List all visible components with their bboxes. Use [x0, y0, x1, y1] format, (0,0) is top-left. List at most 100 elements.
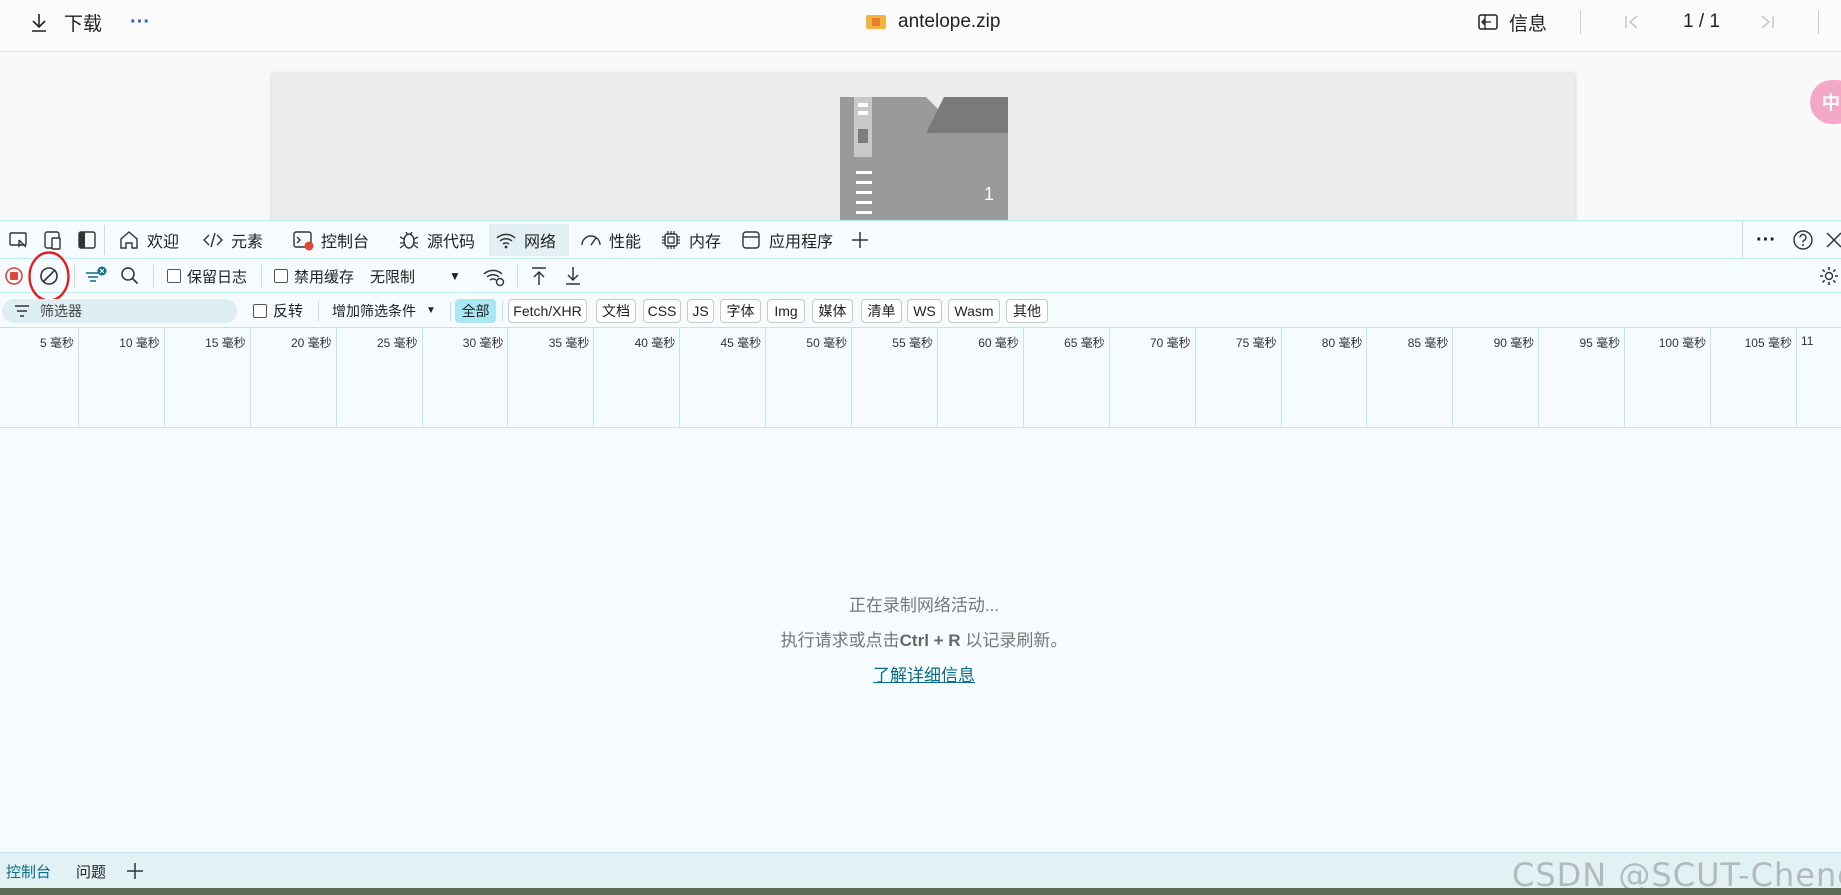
info-panel-icon	[1478, 14, 1498, 30]
taskbar-edge	[0, 888, 1841, 895]
filter-type-css[interactable]: CSS	[643, 299, 681, 323]
wifi-settings-icon	[483, 269, 505, 287]
tab-console[interactable]: 控制台	[286, 224, 375, 256]
download-icon	[32, 14, 46, 32]
timeline-tick-label: 10 毫秒	[119, 336, 160, 350]
filter-type-doc[interactable]: 文档	[596, 299, 636, 323]
drawer-tab-issues[interactable]: 问题	[76, 853, 106, 889]
throttling-select[interactable]: 无限制 ▼	[370, 259, 461, 293]
filter-input[interactable]: 筛选器	[2, 299, 237, 323]
filter-type-media[interactable]: 媒体	[812, 299, 853, 323]
network-overview-timeline[interactable]: 5 毫秒 10 毫秒 15 毫秒 20 毫秒 25 毫秒 30 毫秒 35 毫秒 40 毫秒 4…	[0, 328, 1841, 428]
add-tab-button[interactable]	[844, 224, 876, 256]
timeline-tick: 55 毫秒	[852, 328, 938, 428]
code-tag-icon	[203, 232, 223, 248]
timeline-tick-label: 35 毫秒	[548, 336, 590, 350]
filter-type-js[interactable]: JS	[687, 299, 714, 323]
tab-sources[interactable]: 源代码	[392, 224, 481, 256]
dock-side-button[interactable]	[70, 224, 104, 256]
divider	[1580, 10, 1581, 34]
network-settings-button[interactable]	[1818, 259, 1840, 293]
more-options-button[interactable]: ···	[130, 0, 150, 44]
timeline-tick-label: 105 毫秒	[1744, 336, 1792, 350]
import-har-button[interactable]	[529, 259, 549, 293]
divider	[450, 301, 451, 321]
first-page-button[interactable]	[1622, 0, 1642, 44]
more-tools-button[interactable]: ···	[1750, 224, 1782, 256]
tab-performance[interactable]: 性能	[574, 224, 647, 256]
filter-icon	[86, 266, 107, 282]
timeline-tick-label: 90 毫秒	[1493, 336, 1535, 350]
timeline-tick-label: 11	[1801, 334, 1814, 348]
export-har-button[interactable]	[563, 259, 583, 293]
help-button[interactable]	[1786, 224, 1820, 256]
timeline-tick: 105 毫秒	[1711, 328, 1797, 428]
timeline-tick: 40 毫秒	[594, 328, 681, 428]
learn-more-label: 了解详细信息	[873, 666, 975, 685]
add-filter-condition-dropdown[interactable]: 增加筛选条件 ▼	[332, 293, 436, 328]
first-page-icon	[1625, 15, 1638, 29]
filter-type-wasm[interactable]: Wasm	[948, 299, 1000, 323]
download-button[interactable]: 下载	[28, 0, 102, 44]
inspect-icon	[9, 232, 27, 248]
timeline-tick: 45 毫秒	[680, 328, 767, 428]
checkbox-box[interactable]	[167, 269, 181, 283]
disable-cache-label: 禁用缓存	[294, 268, 355, 286]
recording-hint-text: 执行请求或点击Ctrl + R 以记录刷新。	[0, 626, 1841, 651]
last-page-button[interactable]	[1757, 0, 1777, 44]
tab-label: 内存	[689, 234, 722, 251]
preserve-log-label: 保留日志	[187, 268, 248, 286]
timeline-tick-label: 65 毫秒	[1064, 336, 1105, 350]
learn-more-link[interactable]: 了解详细信息	[0, 661, 1841, 686]
drawer-tab-console[interactable]: 控制台	[6, 853, 51, 889]
timeline-tick: 30 毫秒	[423, 328, 509, 428]
timeline-tick: 11	[1797, 328, 1841, 428]
hint-prefix: 执行请求或点击	[780, 631, 900, 650]
devtools-drawer: 控制台 问题 CSDN @SCUT-Cheng	[0, 852, 1841, 894]
drawer-add-tab-button[interactable]	[126, 853, 144, 889]
tab-label: 性能	[609, 234, 642, 251]
chip-icon	[662, 231, 680, 249]
tab-label: 网络	[524, 234, 557, 251]
zip-folder-icon	[866, 15, 886, 29]
tab-welcome[interactable]: 欢迎	[112, 224, 185, 256]
viewer-topbar: 下载 ··· antelope.zip 信息 1 / 1	[0, 0, 1841, 52]
timeline-tick-label: 15 毫秒	[205, 336, 246, 350]
tab-memory[interactable]: 内存	[654, 224, 727, 256]
filter-type-all[interactable]: 全部	[455, 299, 496, 323]
zip-file-icon	[840, 97, 1008, 220]
dropdown-arrow-icon: ▼	[449, 269, 461, 283]
tab-application[interactable]: 应用程序	[734, 224, 839, 256]
network-conditions-button[interactable]	[482, 259, 506, 293]
close-devtools-button[interactable]	[1818, 224, 1841, 256]
invert-checkbox[interactable]: 反转	[253, 293, 303, 328]
tab-label: 欢迎	[147, 234, 180, 251]
timeline-tick: 95 毫秒	[1539, 328, 1626, 428]
filter-type-img[interactable]: Img	[767, 299, 805, 323]
disable-cache-checkbox[interactable]: 禁用缓存	[274, 259, 354, 293]
preserve-log-checkbox[interactable]: 保留日志	[167, 259, 247, 293]
throttling-value: 无限制	[370, 268, 416, 286]
console-icon	[293, 231, 314, 251]
filter-type-manifest[interactable]: 清单	[861, 299, 902, 323]
tab-label: 控制台	[321, 234, 370, 251]
upload-icon	[532, 267, 546, 285]
search-icon	[121, 267, 139, 285]
search-button[interactable]	[120, 259, 140, 293]
filter-toggle-button[interactable]	[84, 259, 108, 293]
filter-type-font[interactable]: 字体	[720, 299, 761, 323]
tab-elements[interactable]: 元素	[196, 224, 269, 256]
filter-type-other[interactable]: 其他	[1006, 299, 1048, 323]
floating-assistant-button[interactable]: 中	[1810, 80, 1841, 124]
info-button[interactable]: 信息	[1477, 0, 1547, 44]
tab-label: 源代码	[427, 234, 476, 251]
tab-network[interactable]: 网络	[489, 224, 569, 256]
devtools-tab-strip: 欢迎 元素 控制台 源代码 网络 性能 内存 应用程序 ···	[0, 221, 1841, 259]
checkbox-box[interactable]	[274, 269, 288, 283]
divider	[261, 265, 262, 287]
filter-type-ws[interactable]: WS	[907, 299, 942, 323]
checkbox-box[interactable]	[253, 303, 267, 318]
record-button[interactable]	[4, 259, 24, 293]
filter-type-fetch-xhr[interactable]: Fetch/XHR	[508, 299, 587, 323]
timeline-tick: 65 毫秒	[1024, 328, 1110, 428]
